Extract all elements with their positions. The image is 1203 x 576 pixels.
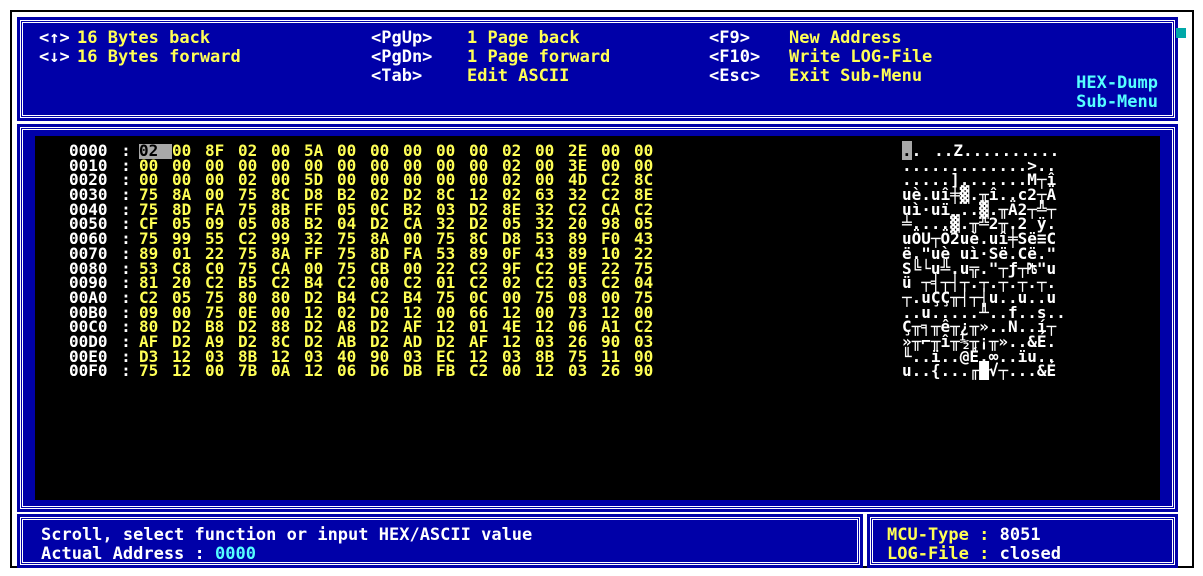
hex-byte[interactable]: 0A	[271, 363, 304, 379]
help-key-0-0: <↑>	[39, 28, 70, 48]
ascii-row[interactable]: u..{...╓█√┬...&É	[902, 363, 1066, 379]
status-panel: Scroll, select function or input HEX/ASC…	[17, 514, 863, 568]
address-separator: :	[121, 361, 131, 381]
hex-byte[interactable]: 12	[172, 363, 205, 379]
help-desc-1-2: Write LOG-File	[789, 47, 933, 67]
hex-byte[interactable]: 00	[502, 363, 535, 379]
actual-address-line: Actual Address : 0000	[41, 545, 256, 564]
help-panel: <↑> 16 Bytes back <PgUp> 1 Page back <F9> New…	[17, 17, 1178, 121]
submenu-title-line1: HEX-Dump	[1076, 73, 1158, 93]
status-message: Scroll, select function or input HEX/ASC…	[41, 525, 533, 545]
help-key-1-0: <↓>	[39, 47, 70, 67]
help-key-0-2: <F9>	[709, 28, 750, 48]
help-desc-0-0: 16 Bytes back	[77, 28, 211, 48]
log-file-line: LOG-File : closed	[887, 544, 1062, 564]
hex-byte[interactable]: 00	[205, 363, 238, 379]
help-desc-2-2: Exit Sub-Menu	[789, 66, 923, 86]
help-desc-0-1: 1 Page back	[467, 28, 580, 48]
hex-columns[interactable]: 0000:02 00 8F 02 00 5A 00 00 00 00 00 02 00 2E 00 00 001…	[69, 143, 667, 381]
actual-address-value: 0000	[215, 544, 256, 564]
help-key-2-1: <Tab>	[371, 66, 423, 86]
hex-byte[interactable]: 12	[304, 363, 337, 379]
submenu-title: HEX-Dump Sub-Menu	[1068, 74, 1158, 112]
help-desc-0-2: New Address	[789, 28, 902, 48]
row-address: 00F0	[69, 361, 108, 381]
hex-byte[interactable]: FB	[436, 363, 469, 379]
help-key-2-2: <Esc>	[709, 66, 761, 86]
hex-dump-view[interactable]: 0000:02 00 8F 02 00 5A 00 00 00 00 00 02 00 2E 00 00 001…	[35, 136, 1160, 500]
help-key-1-1: <PgDn>	[371, 47, 433, 67]
actual-address-label: Actual Address :	[41, 544, 215, 564]
hex-byte[interactable]: DB	[403, 363, 436, 379]
window-control-icon[interactable]	[1176, 28, 1186, 38]
help-key-1-2: <F10>	[709, 47, 761, 67]
help-desc-1-0: 16 Bytes forward	[77, 47, 241, 67]
hex-dump-panel: 0000:02 00 8F 02 00 5A 00 00 00 00 00 02 00 2E 00 00 001…	[17, 124, 1178, 512]
ascii-column[interactable]: ....Z.......... .............>.......]..…	[902, 141, 1066, 379]
hex-byte[interactable]: 03	[568, 363, 601, 379]
hex-byte[interactable]: 12	[535, 363, 568, 379]
log-file-label: LOG-File	[887, 544, 969, 564]
hex-byte[interactable]: 26	[601, 363, 634, 379]
hex-byte[interactable]: 90	[634, 363, 667, 379]
hex-byte[interactable]: 75	[139, 363, 172, 379]
help-desc-2-1: Edit ASCII	[467, 66, 570, 86]
mcu-type-line: MCU-Type : 8051	[887, 525, 1041, 545]
hex-byte[interactable]: C2	[469, 363, 502, 379]
hex-row: 00F0:75 12 00 7B 0A 12 06 D6 DB FB C2 00 12 03 26 90	[69, 361, 667, 381]
hex-byte[interactable]: 06	[337, 363, 370, 379]
help-desc-1-1: 1 Page forward	[467, 47, 611, 67]
hex-byte[interactable]: D6	[370, 363, 403, 379]
mcu-type-value: 8051	[999, 525, 1041, 545]
mcu-type-label: MCU-Type	[887, 525, 969, 545]
info-panel: MCU-Type : 8051 LOG-File : closed	[867, 514, 1178, 568]
submenu-title-line2: Sub-Menu	[1076, 92, 1158, 112]
log-file-value: closed	[999, 544, 1062, 564]
hex-byte[interactable]: 7B	[238, 363, 271, 379]
help-key-0-1: <PgUp>	[371, 28, 433, 48]
